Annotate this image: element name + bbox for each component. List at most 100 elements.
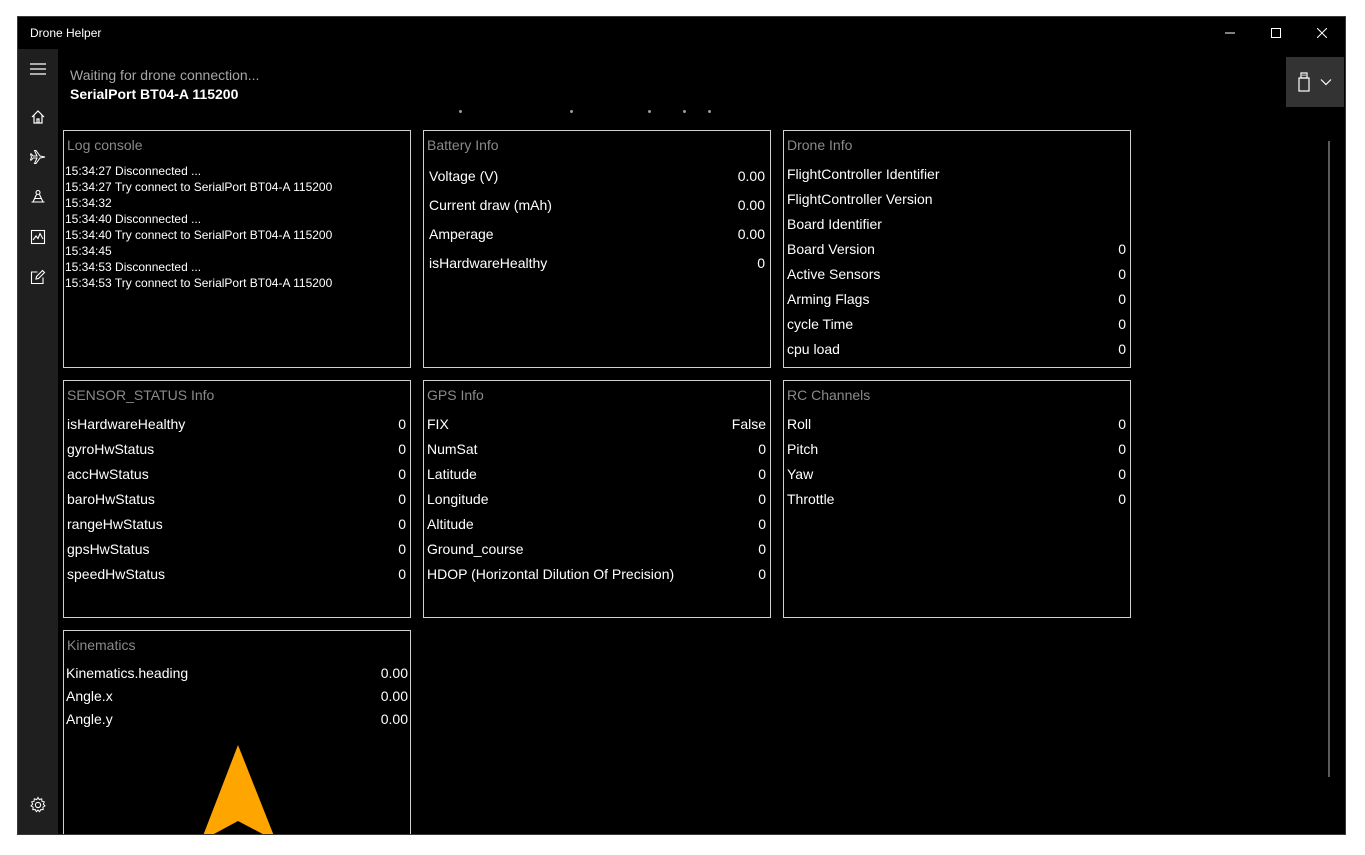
drone-row: Active Sensors 0	[787, 264, 1126, 286]
log-line: 15:34:45	[65, 244, 112, 258]
gps-row: Ground_course 0	[427, 539, 766, 561]
row-label: cpu load	[787, 341, 840, 357]
nav-charts-button[interactable]	[18, 217, 58, 257]
gps-row: Longitude 0	[427, 489, 766, 511]
gps-info-panel: GPS Info FIX False NumSat 0 Latitude 0 L…	[423, 380, 771, 618]
row-label: Angle.x	[66, 688, 113, 704]
chart-icon	[30, 229, 46, 245]
row-value: 0	[398, 566, 406, 582]
row-label: Arming Flags	[787, 291, 870, 307]
panel-title: SENSOR_STATUS Info	[67, 387, 215, 403]
device-select-button[interactable]	[1286, 57, 1344, 107]
rc-channels-panel: RC Channels Roll 0 Pitch 0 Yaw 0 Throttl…	[783, 380, 1131, 618]
row-value: 0	[757, 255, 765, 271]
row-label: NumSat	[427, 441, 478, 457]
title-bar[interactable]: Drone Helper	[18, 17, 1345, 49]
minimize-icon	[1225, 32, 1235, 34]
log-line: 15:34:53 Disconnected ...	[65, 260, 202, 274]
row-label: FIX	[427, 416, 449, 432]
row-label: speedHwStatus	[67, 566, 166, 582]
close-button[interactable]	[1299, 17, 1345, 49]
loading-dot	[459, 110, 462, 113]
usb-drive-icon	[1298, 72, 1310, 92]
row-label: isHardwareHealthy	[67, 416, 186, 432]
close-icon	[1317, 28, 1327, 38]
row-value: 0	[758, 516, 766, 532]
row-value: 0	[398, 441, 406, 457]
gps-row: FIX False	[427, 414, 766, 436]
row-label: rangeHwStatus	[67, 516, 163, 532]
row-label: FlightController Version	[787, 191, 933, 207]
row-value: 0	[398, 466, 406, 482]
gps-row: Altitude 0	[427, 514, 766, 536]
nav-flight-button[interactable]	[18, 137, 58, 177]
sensor-row: gyroHwStatus 0	[67, 439, 406, 461]
row-value: 0	[398, 516, 406, 532]
drone-row: cycle Time 0	[787, 314, 1126, 336]
row-value: 0.00	[380, 665, 408, 681]
panel-title: Kinematics	[67, 637, 136, 653]
row-label: Latitude	[427, 466, 477, 482]
sensor-status-panel: SENSOR_STATUS Info isHardwareHealthy 0 g…	[63, 380, 411, 618]
airplane-icon	[30, 150, 46, 164]
row-label: Ground_course	[427, 541, 524, 557]
battery-row: Amperage 0.00	[429, 224, 765, 246]
kinematics-row: Angle.x 0.00	[66, 686, 408, 708]
row-value: 0	[398, 416, 406, 432]
vertical-scrollbar[interactable]	[1328, 141, 1330, 777]
row-value: 0.00	[737, 226, 765, 242]
row-value: 0	[758, 491, 766, 507]
row-value: 0.00	[380, 711, 408, 727]
row-label: Current draw (mAh)	[429, 197, 552, 213]
rc-row: Pitch 0	[787, 439, 1126, 461]
home-icon	[31, 110, 45, 124]
log-line: 15:34:40 Try connect to SerialPort BT04-…	[65, 228, 333, 242]
row-label: Board Version	[787, 241, 875, 257]
row-value: False	[731, 416, 766, 432]
row-label: Amperage	[429, 226, 494, 242]
window-title: Drone Helper	[30, 26, 102, 40]
nav-home-button[interactable]	[18, 97, 58, 137]
drone-row: cpu load 0	[787, 339, 1126, 361]
row-label: Kinematics.heading	[66, 665, 189, 681]
row-value: 0	[1118, 291, 1126, 307]
row-value: 0	[1118, 441, 1126, 457]
row-label: Longitude	[427, 491, 489, 507]
row-label: Pitch	[787, 441, 819, 457]
battery-row: Current draw (mAh) 0.00	[429, 195, 765, 217]
sensor-row: baroHwStatus 0	[67, 489, 406, 511]
row-label: Throttle	[787, 491, 835, 507]
row-label: Altitude	[427, 516, 474, 532]
sensor-row: isHardwareHealthy 0	[67, 414, 406, 436]
minimize-button[interactable]	[1207, 17, 1253, 49]
drone-row: Board Version 0	[787, 239, 1126, 261]
row-label: Yaw	[787, 466, 814, 482]
nav-drone-button[interactable]	[18, 177, 58, 217]
hamburger-menu-button[interactable]	[18, 49, 58, 89]
battery-row: Voltage (V) 0.00	[429, 166, 765, 188]
row-value: 0	[758, 566, 766, 582]
maximize-icon	[1271, 28, 1281, 38]
kinematics-panel: Kinematics Kinematics.heading 0.00 Angle…	[63, 630, 411, 834]
maximize-button[interactable]	[1253, 17, 1299, 49]
battery-info-panel: Battery Info Voltage (V) 0.00 Current dr…	[423, 130, 771, 368]
row-label: gyroHwStatus	[67, 441, 155, 457]
row-label: baroHwStatus	[67, 491, 155, 507]
row-value: 0	[1118, 316, 1126, 332]
sensor-row: rangeHwStatus 0	[67, 514, 406, 536]
drone-row: FlightController Identifier	[787, 164, 1126, 186]
row-value: 0	[758, 541, 766, 557]
row-label: HDOP (Horizontal Dilution Of Precision)	[427, 566, 675, 582]
row-label: accHwStatus	[67, 466, 149, 482]
log-line: 15:34:27 Try connect to SerialPort BT04-…	[65, 180, 333, 194]
drone-icon	[31, 189, 45, 203]
drone-row: Board Identifier	[787, 214, 1126, 236]
battery-row: isHardwareHealthy 0	[429, 253, 765, 275]
row-value: 0.00	[380, 688, 408, 704]
gps-row: HDOP (Horizontal Dilution Of Precision) …	[427, 564, 766, 586]
nav-edit-button[interactable]	[18, 257, 58, 297]
settings-icon	[30, 796, 46, 813]
nav-settings-button[interactable]	[18, 785, 58, 825]
row-label: Active Sensors	[787, 266, 881, 282]
row-label: gpsHwStatus	[67, 541, 150, 557]
